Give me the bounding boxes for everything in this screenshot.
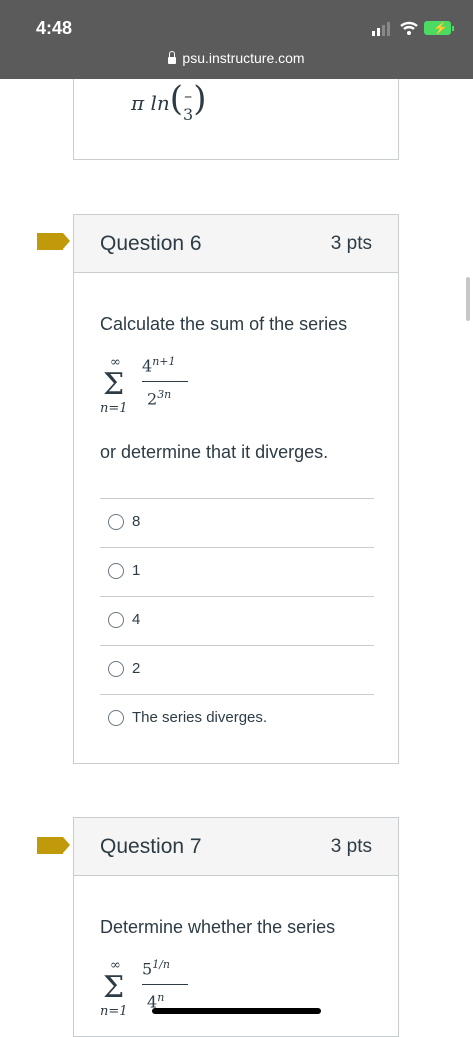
answer-label: 8 xyxy=(132,513,141,530)
signal-icon xyxy=(372,22,390,36)
radio-icon[interactable] xyxy=(108,710,124,726)
series-expression: ∞ Σ n=1 4n+1 23n xyxy=(100,355,210,425)
numerator-base: 5 xyxy=(142,959,153,979)
answer-label: 1 xyxy=(132,562,141,579)
fraction-denominator: 3 xyxy=(183,104,194,124)
denominator-exponent: n xyxy=(157,991,165,1004)
math-text: π ln xyxy=(131,91,170,115)
scrollbar[interactable] xyxy=(466,277,470,321)
question-suffix: or determine that it diverges. xyxy=(100,442,329,462)
radio-icon[interactable] xyxy=(108,661,124,677)
home-indicator[interactable] xyxy=(152,1008,321,1014)
denominator-exponent: 3n xyxy=(157,388,172,401)
question-points: 3 pts xyxy=(330,233,372,254)
question-title: Question 6 xyxy=(100,232,202,255)
question-points: 3 pts xyxy=(330,836,372,857)
answer-label: 4 xyxy=(132,611,141,628)
numerator-exponent: n+1 xyxy=(152,355,176,368)
answer-option[interactable]: 8 xyxy=(100,498,374,547)
question-6-card: Question 6 3 pts Calculate the sum of th… xyxy=(73,214,399,764)
question-prompt: Calculate the sum of the series xyxy=(100,314,348,334)
previous-answer-card: π ln(– 3) xyxy=(73,79,399,160)
battery-icon: ⚡ xyxy=(424,21,454,35)
numerator-base: 4 xyxy=(142,356,153,376)
fraction-numerator: – xyxy=(184,85,193,105)
series-expression: ∞ Σ n=1 51/n 4n xyxy=(100,958,210,1028)
previous-answer-math: π ln(– 3) xyxy=(131,79,207,124)
answer-label: The series diverges. xyxy=(132,709,268,726)
sigma-symbol: Σ xyxy=(103,970,125,1005)
radio-icon[interactable] xyxy=(108,563,124,579)
radio-icon[interactable] xyxy=(108,612,124,628)
answer-option[interactable]: 1 xyxy=(100,547,374,596)
sigma-symbol: Σ xyxy=(103,367,125,402)
question-prompt: Determine whether the series xyxy=(100,917,336,937)
status-bar: 4:48 ⚡ psu.instructure.com xyxy=(0,0,473,79)
answer-label: 2 xyxy=(132,660,141,677)
question-title: Question 7 xyxy=(100,835,202,858)
series-numerator: 51/n xyxy=(142,958,170,978)
question-7-card: Question 7 3 pts Determine whether the s… xyxy=(73,817,399,1037)
series-numerator: 4n+1 xyxy=(142,355,176,375)
flag-icon[interactable] xyxy=(37,837,70,854)
clock: 4:48 xyxy=(36,18,73,38)
radio-icon[interactable] xyxy=(108,514,124,530)
denominator-base: 2 xyxy=(147,389,158,409)
series-lower-bound: n=1 xyxy=(100,401,128,416)
address-bar[interactable]: psu.instructure.com xyxy=(0,50,473,66)
wifi-icon xyxy=(400,21,418,35)
lock-icon xyxy=(168,51,177,64)
answer-option[interactable]: 2 xyxy=(100,645,374,694)
flag-icon[interactable] xyxy=(37,233,70,250)
answer-option[interactable]: The series diverges. xyxy=(100,694,374,743)
question-header: Question 7 3 pts xyxy=(74,818,398,876)
series-lower-bound: n=1 xyxy=(100,1004,128,1019)
url-text: psu.instructure.com xyxy=(182,50,305,66)
series-denominator: 23n xyxy=(147,388,171,408)
numerator-exponent: 1/n xyxy=(152,958,170,971)
fraction-bar xyxy=(142,984,188,985)
fraction-bar xyxy=(142,381,188,382)
answer-option[interactable]: 4 xyxy=(100,596,374,645)
answer-list: 8 1 4 2 The series diverges. xyxy=(100,498,374,743)
question-header: Question 6 3 pts xyxy=(74,215,398,273)
